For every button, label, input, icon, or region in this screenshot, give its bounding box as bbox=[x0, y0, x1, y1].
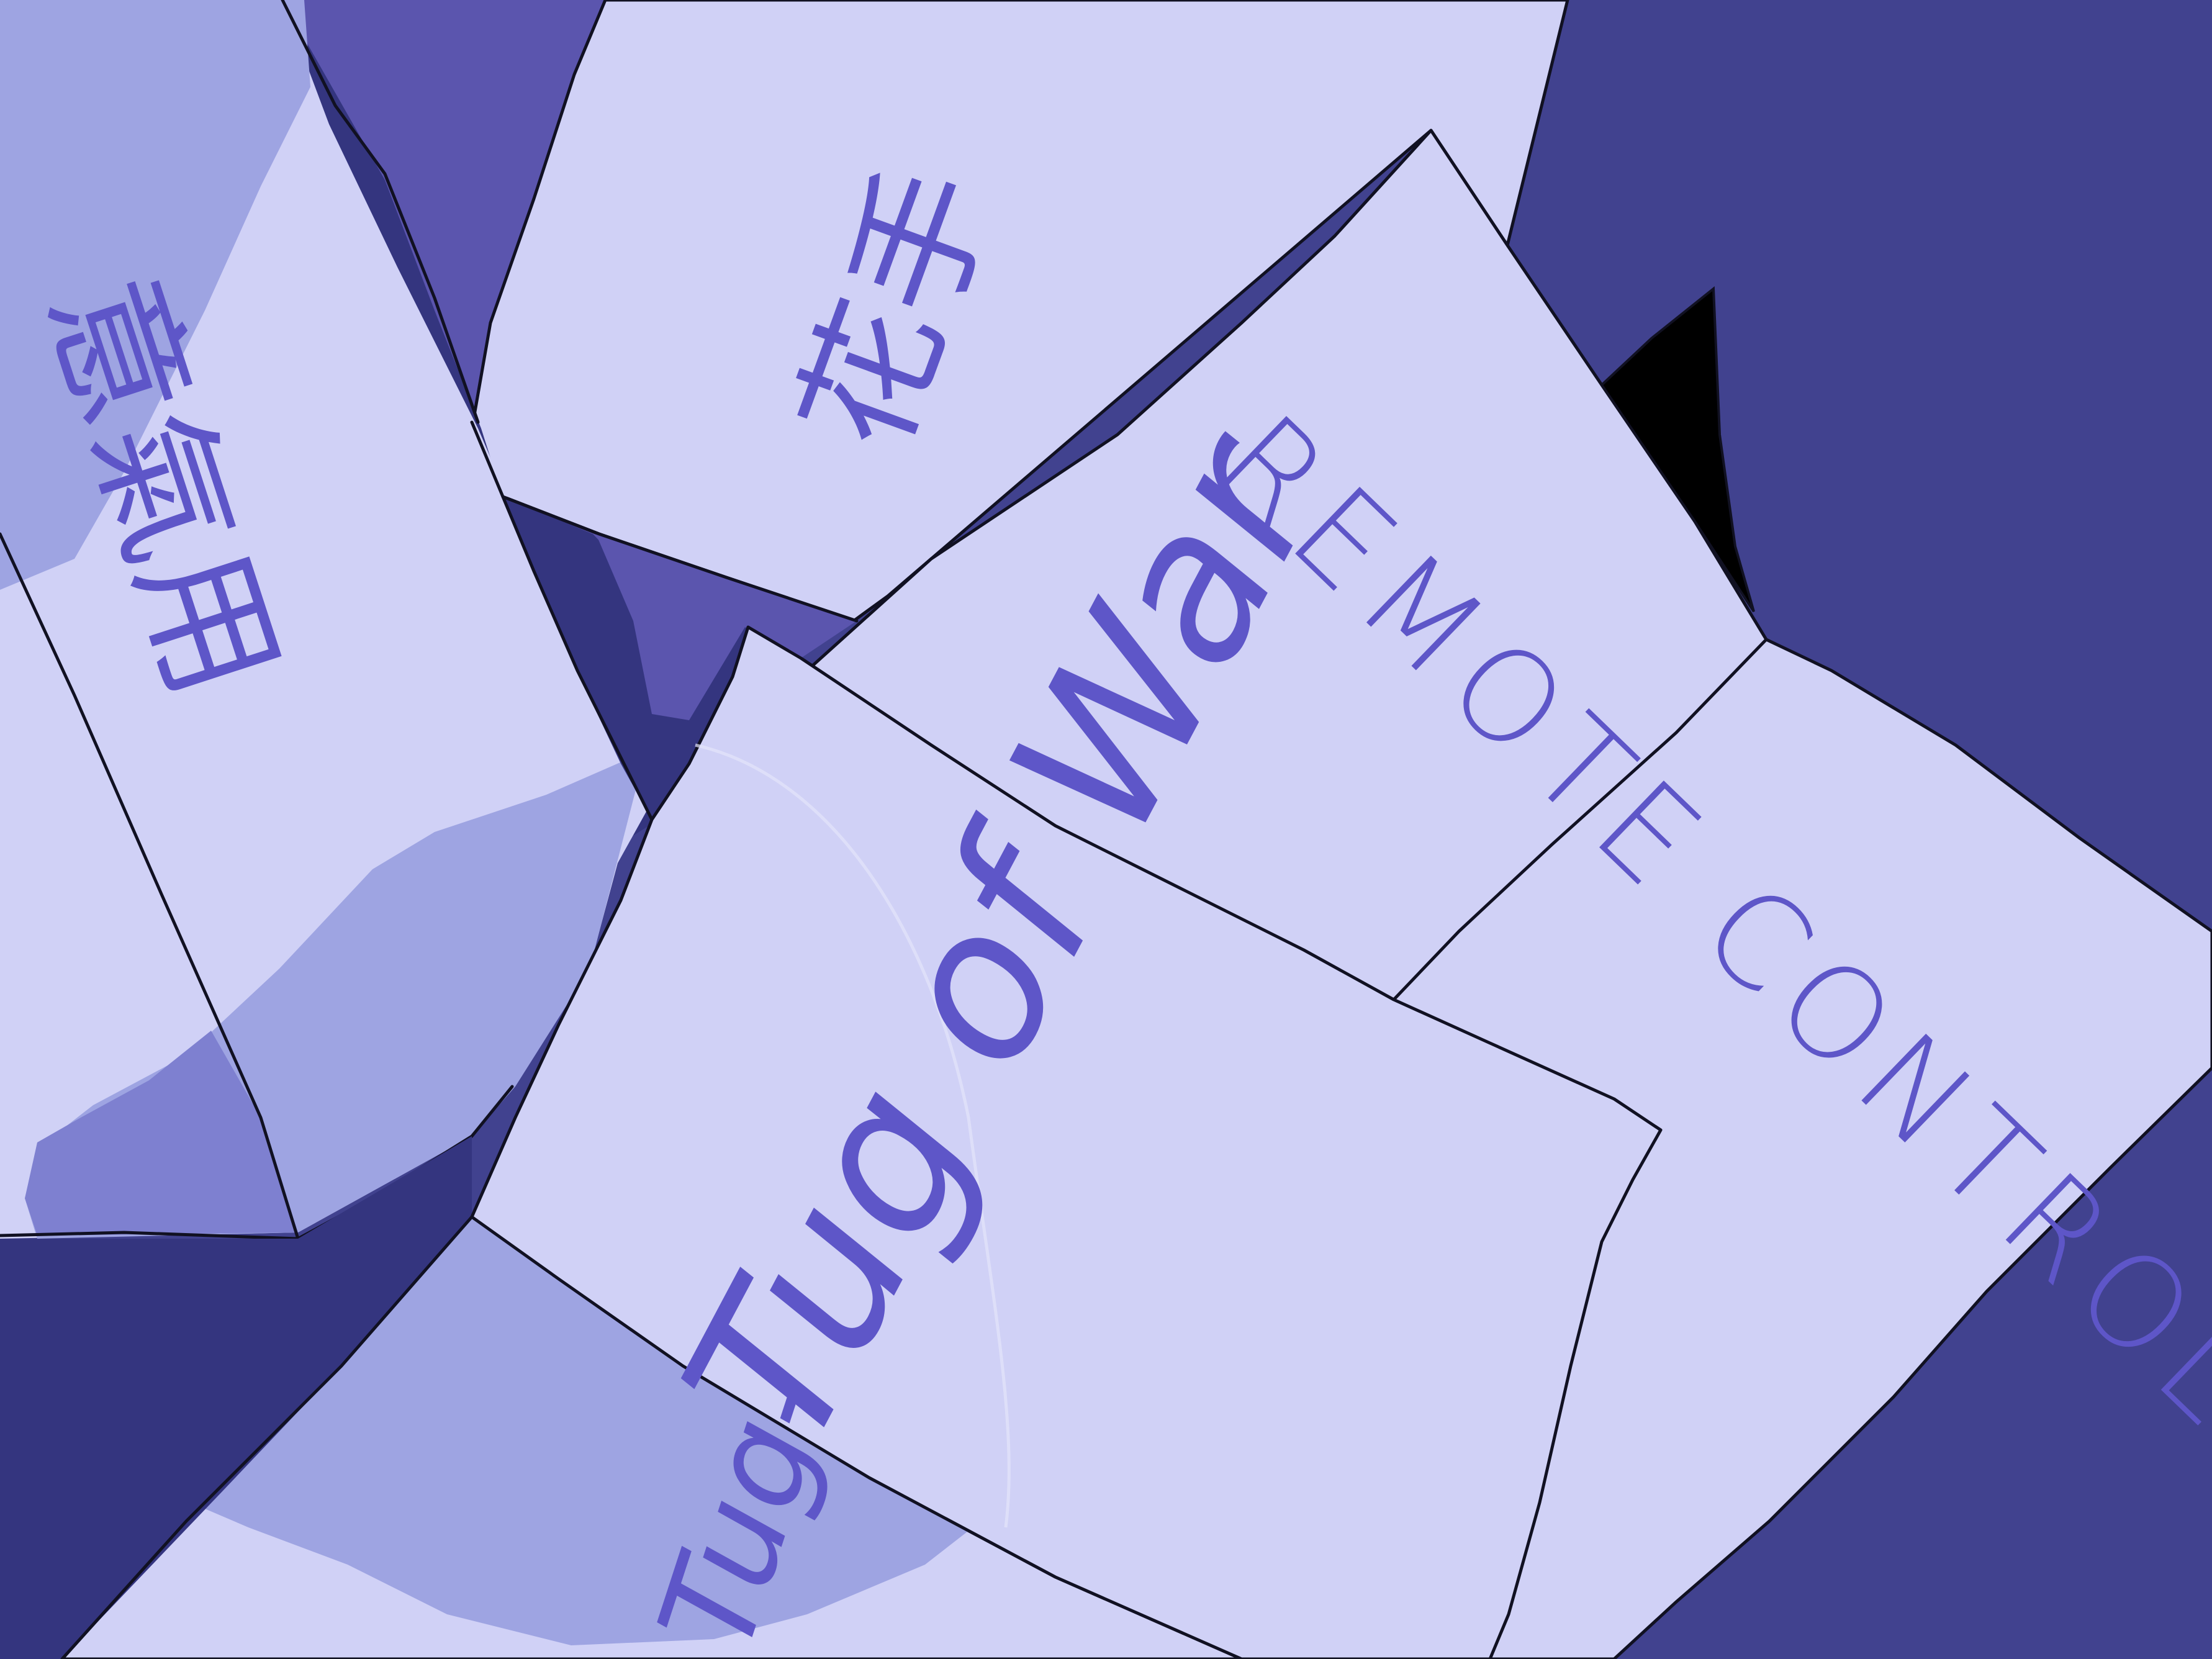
illustration-canvas: REMOTE CONTROL Tug of War 花手 意氣用 Tug- bbox=[0, 0, 2212, 1659]
